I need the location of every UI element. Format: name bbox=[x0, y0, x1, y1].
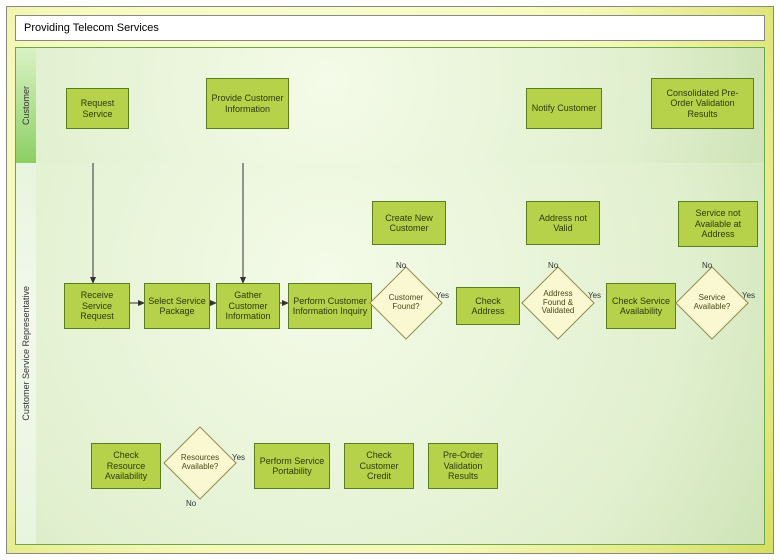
gateway-address-found: Address Found & Validated bbox=[532, 277, 584, 329]
task-notify-customer: Notify Customer bbox=[526, 88, 602, 129]
task-provide-info: Provide Customer Information bbox=[206, 78, 289, 129]
lane-header-csr: Customer Service Representative bbox=[16, 163, 37, 544]
pool: Customer Customer Service Representative… bbox=[15, 47, 765, 545]
diagram-frame: Providing Telecom Services Customer Cust… bbox=[6, 6, 774, 554]
gateway-service-available: Service Available? bbox=[686, 277, 738, 329]
diagram-title: Providing Telecom Services bbox=[15, 15, 765, 41]
label-yes: Yes bbox=[742, 291, 755, 300]
label-yes: Yes bbox=[232, 453, 245, 462]
task-check-credit: Check Customer Credit bbox=[344, 443, 414, 489]
task-consolidated-results: Consolidated Pre-Order Validation Result… bbox=[651, 78, 754, 129]
task-check-address: Check Address bbox=[456, 287, 520, 325]
label-no: No bbox=[548, 261, 558, 270]
task-preorder-results: Pre-Order Validation Results bbox=[428, 443, 498, 489]
task-select-package: Select Service Package bbox=[144, 283, 210, 329]
lane-label: Customer Service Representative bbox=[21, 286, 31, 421]
task-create-customer: Create New Customer bbox=[372, 201, 446, 245]
gateway-customer-found: Customer Found? bbox=[380, 277, 432, 329]
lane-csr: Receive Service Request Select Service P… bbox=[36, 163, 764, 544]
task-perform-inquiry: Perform Customer Information Inquiry bbox=[288, 283, 372, 329]
label-no: No bbox=[702, 261, 712, 270]
label-no: No bbox=[186, 499, 196, 508]
task-gather-info: Gather Customer Information bbox=[216, 283, 280, 329]
lane-label: Customer bbox=[21, 86, 31, 125]
label-no: No bbox=[396, 261, 406, 270]
task-service-not-available: Service not Available at Address bbox=[678, 201, 758, 247]
task-perform-portability: Perform Service Portability bbox=[254, 443, 330, 489]
task-address-not-valid: Address not Valid bbox=[526, 201, 600, 245]
lane-customer: Request Service Provide Customer Informa… bbox=[36, 48, 764, 164]
task-request-service: Request Service bbox=[66, 88, 129, 129]
gateway-resources-available: Resources Available? bbox=[174, 437, 226, 489]
task-check-service-avail: Check Service Availability bbox=[606, 283, 676, 329]
lane-header-customer: Customer bbox=[16, 48, 37, 163]
task-check-resource: Check Resource Availability bbox=[91, 443, 161, 489]
label-yes: Yes bbox=[588, 291, 601, 300]
task-receive-request: Receive Service Request bbox=[64, 283, 130, 329]
label-yes: Yes bbox=[436, 291, 449, 300]
